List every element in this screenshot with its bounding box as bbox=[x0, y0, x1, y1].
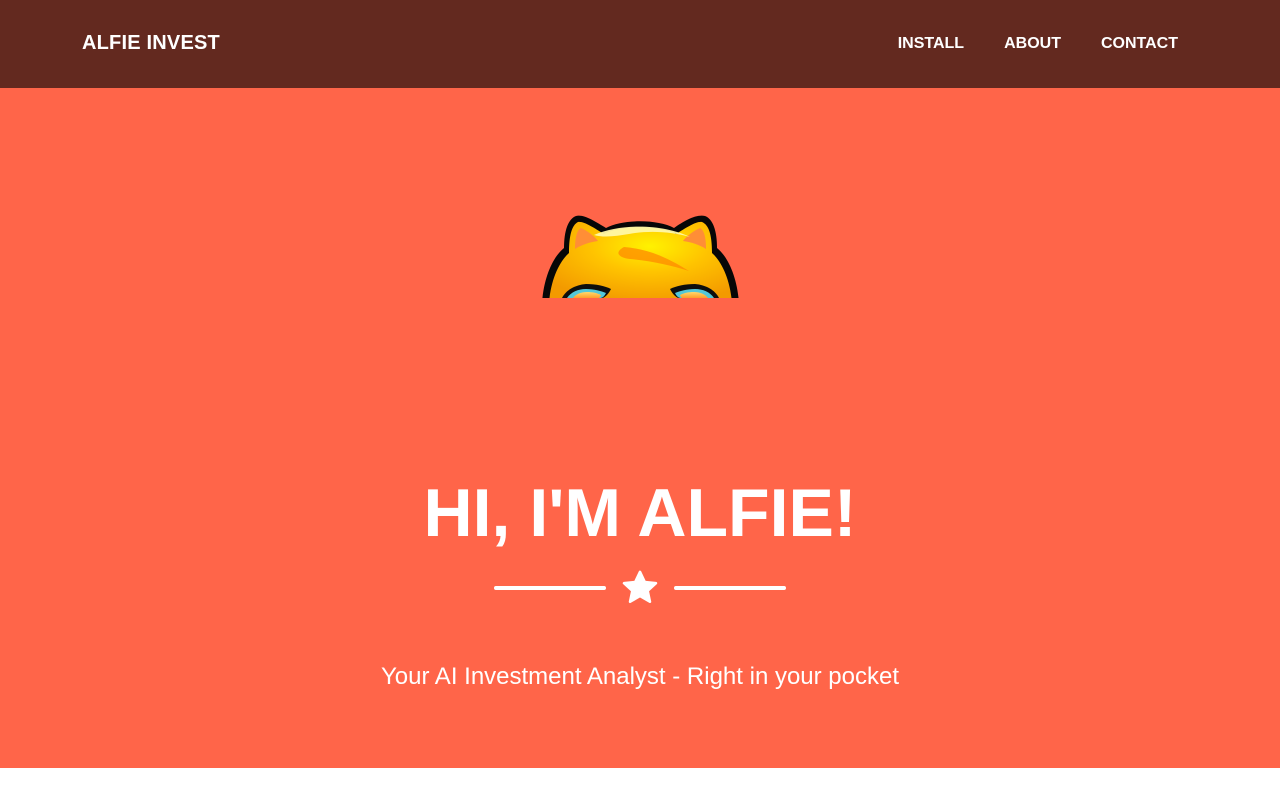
hero-section: HI, I'M ALFIE! Your AI Investment Analys… bbox=[0, 88, 1280, 768]
hero-headline: HI, I'M ALFIE! bbox=[423, 475, 857, 551]
hero-subtitle: Your AI Investment Analyst - Right in yo… bbox=[380, 663, 900, 690]
nav-link-contact[interactable]: CONTACT bbox=[1101, 35, 1178, 53]
nav-links: INSTALL ABOUT CONTACT bbox=[898, 35, 1178, 53]
nav-link-about[interactable]: ABOUT bbox=[1004, 35, 1061, 53]
divider-line-left bbox=[494, 586, 606, 590]
divider-line-right bbox=[674, 586, 786, 590]
mascot-image bbox=[538, 213, 743, 298]
nav-link-install[interactable]: INSTALL bbox=[898, 35, 964, 53]
navbar: ALFIE INVEST INSTALL ABOUT CONTACT bbox=[0, 0, 1280, 88]
star-divider bbox=[494, 567, 786, 609]
brand-logo-link[interactable]: ALFIE INVEST bbox=[82, 32, 220, 55]
star-icon bbox=[622, 570, 658, 604]
